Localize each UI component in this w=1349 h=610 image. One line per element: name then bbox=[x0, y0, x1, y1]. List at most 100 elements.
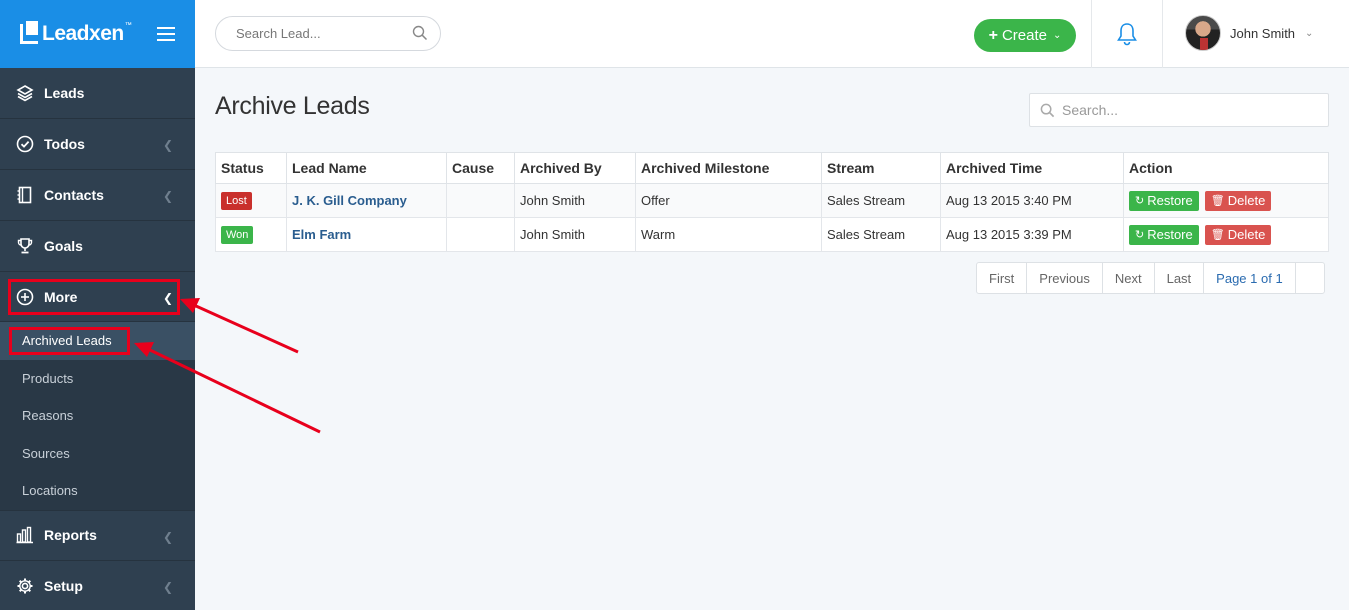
hamburger-menu-icon[interactable] bbox=[157, 27, 175, 41]
search-icon[interactable] bbox=[412, 25, 428, 44]
header-divider bbox=[1162, 0, 1163, 68]
user-name: John Smith bbox=[1230, 25, 1296, 41]
sidebar-item-todos[interactable]: Todos ❮ bbox=[0, 119, 195, 170]
lead-name-cell: J. K. Gill Company bbox=[286, 183, 447, 218]
status-cell: Won bbox=[215, 217, 287, 252]
logo-text[interactable]: Leadxen™ bbox=[42, 22, 132, 46]
sidebar: Leadxen™ Leads Todos ❮ Contacts ❮ Goals … bbox=[0, 0, 195, 610]
status-cell: Lost bbox=[215, 183, 287, 218]
create-button-label: Create bbox=[1001, 27, 1047, 44]
top-header: + Create ⌄ John Smith ⌄ bbox=[195, 0, 1349, 68]
page-title: Archive Leads bbox=[215, 92, 370, 120]
table-row: Lost J. K. Gill Company John Smith Offer… bbox=[215, 183, 1329, 218]
archived-by-cell: John Smith bbox=[514, 217, 636, 252]
chevron-left-icon: ❮ bbox=[162, 189, 173, 203]
address-book-icon bbox=[16, 186, 34, 204]
avatar bbox=[1185, 15, 1221, 51]
pagination: First Previous Next Last Page 1 of 1 bbox=[976, 262, 1325, 294]
archive-search-input[interactable] bbox=[1062, 102, 1312, 118]
archived-time-cell: Aug 13 2015 3:40 PM bbox=[940, 183, 1124, 218]
restore-icon: ↻ bbox=[1135, 195, 1145, 207]
user-menu[interactable]: John Smith ⌄ bbox=[1185, 15, 1313, 51]
delete-button[interactable]: 🗑 Delete bbox=[1204, 224, 1272, 245]
create-button[interactable]: + Create ⌄ bbox=[974, 19, 1076, 52]
lead-search-box bbox=[215, 16, 441, 51]
pager-next-button[interactable]: Next bbox=[1103, 263, 1155, 293]
stream-cell: Sales Stream bbox=[821, 217, 941, 252]
main-content: Archive Leads Status Lead Name Cause Arc… bbox=[195, 68, 1349, 610]
submenu-item-sources[interactable]: Sources bbox=[0, 435, 195, 473]
action-cell: ↻ Restore 🗑 Delete bbox=[1123, 183, 1329, 218]
status-badge: Won bbox=[221, 225, 254, 244]
restore-label: Restore bbox=[1147, 227, 1193, 242]
chevron-left-icon: ❮ bbox=[162, 291, 173, 305]
gear-icon bbox=[16, 577, 34, 595]
restore-button[interactable]: ↻ Restore bbox=[1129, 224, 1199, 245]
trash-icon: 🗑 bbox=[1210, 229, 1225, 241]
chevron-left-icon: ❮ bbox=[162, 138, 173, 152]
plus-circle-icon bbox=[16, 288, 34, 306]
sidebar-item-label: Setup bbox=[44, 577, 83, 594]
milestone-cell: Warm bbox=[635, 217, 822, 252]
column-header-archived-by[interactable]: Archived By bbox=[514, 152, 636, 184]
column-header-stream[interactable]: Stream bbox=[821, 152, 941, 184]
restore-icon: ↻ bbox=[1135, 229, 1145, 241]
logo-bar: Leadxen™ bbox=[0, 0, 195, 68]
stream-cell: Sales Stream bbox=[821, 183, 941, 218]
sidebar-item-label: Reports bbox=[44, 527, 97, 543]
delete-label: Delete bbox=[1227, 227, 1266, 242]
submenu-item-reasons[interactable]: Reasons bbox=[0, 397, 195, 435]
logo-icon bbox=[20, 21, 38, 44]
sidebar-item-label: Goals bbox=[44, 238, 83, 254]
chevron-left-icon: ❮ bbox=[162, 579, 173, 594]
lead-search-input[interactable] bbox=[236, 26, 406, 41]
sidebar-item-goals[interactable]: Goals bbox=[0, 221, 195, 272]
delete-label: Delete bbox=[1227, 193, 1266, 208]
submenu-item-archived-leads[interactable]: Archived Leads bbox=[0, 322, 195, 360]
chevron-down-icon: ⌄ bbox=[1305, 27, 1314, 39]
sidebar-item-more[interactable]: More ❮ bbox=[0, 272, 195, 322]
column-header-cause[interactable]: Cause bbox=[446, 152, 515, 184]
pager-spacer bbox=[1296, 263, 1324, 293]
lead-name-link[interactable]: J. K. Gill Company bbox=[292, 193, 407, 208]
submenu-item-products[interactable]: Products bbox=[0, 360, 195, 398]
action-cell: ↻ Restore 🗑 Delete bbox=[1123, 217, 1329, 252]
header-divider bbox=[1091, 0, 1092, 68]
column-header-archived-time[interactable]: Archived Time bbox=[940, 152, 1124, 184]
pager-first-button[interactable]: First bbox=[977, 263, 1028, 293]
plus-icon: + bbox=[988, 26, 998, 44]
pager-previous-button[interactable]: Previous bbox=[1027, 263, 1103, 293]
layers-icon bbox=[16, 84, 34, 102]
table-row: Won Elm Farm John Smith Warm Sales Strea… bbox=[215, 217, 1329, 252]
sidebar-item-reports[interactable]: Reports ❮ bbox=[0, 509, 195, 561]
restore-button[interactable]: ↻ Restore bbox=[1129, 190, 1199, 211]
sidebar-item-setup[interactable]: Setup ❮ bbox=[0, 561, 195, 610]
cause-cell bbox=[446, 217, 515, 252]
sidebar-item-label: Contacts bbox=[44, 187, 104, 203]
archived-leads-table: Status Lead Name Cause Archived By Archi… bbox=[215, 152, 1329, 252]
table-header-row: Status Lead Name Cause Archived By Archi… bbox=[215, 152, 1329, 184]
bar-chart-icon bbox=[16, 526, 34, 544]
search-icon bbox=[1040, 103, 1055, 123]
notification-bell-icon[interactable] bbox=[1116, 22, 1138, 51]
archived-by-cell: John Smith bbox=[514, 183, 636, 218]
lead-name-cell: Elm Farm bbox=[286, 217, 447, 252]
pager-last-button[interactable]: Last bbox=[1155, 263, 1205, 293]
chevron-left-icon: ❮ bbox=[162, 529, 173, 544]
chevron-down-icon: ⌄ bbox=[1052, 30, 1062, 41]
milestone-cell: Offer bbox=[635, 183, 822, 218]
lead-name-link[interactable]: Elm Farm bbox=[292, 227, 351, 242]
sidebar-item-label: Todos bbox=[44, 136, 85, 152]
submenu-item-locations[interactable]: Locations bbox=[0, 472, 195, 510]
delete-button[interactable]: 🗑 Delete bbox=[1204, 190, 1272, 211]
more-submenu: Archived Leads Products Reasons Sources … bbox=[0, 322, 195, 510]
column-header-status[interactable]: Status bbox=[215, 152, 287, 184]
sidebar-item-leads[interactable]: Leads bbox=[0, 68, 195, 119]
trophy-icon bbox=[16, 237, 34, 255]
trash-icon: 🗑 bbox=[1210, 195, 1225, 207]
sidebar-item-contacts[interactable]: Contacts ❮ bbox=[0, 170, 195, 221]
pager-page-indicator: Page 1 of 1 bbox=[1204, 263, 1296, 293]
column-header-lead-name[interactable]: Lead Name bbox=[286, 152, 447, 184]
column-header-archived-milestone[interactable]: Archived Milestone bbox=[635, 152, 822, 184]
check-circle-icon bbox=[16, 135, 34, 153]
